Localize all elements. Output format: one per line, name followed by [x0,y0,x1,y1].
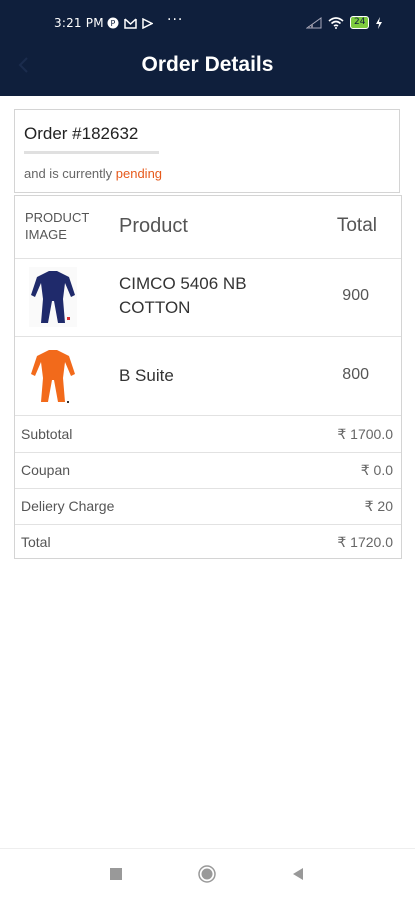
app-bar: 3:21 PM P ··· 24 Order Details [0,0,415,96]
summary-label: Total [21,534,51,550]
summary-value: ₹ 1700.0 [337,426,393,442]
summary-label: Deliery Charge [21,498,115,514]
order-status-badge: pending [115,166,163,181]
summary-row-subtotal: Subtotal ₹ 1700.0 [15,416,401,453]
wifi-icon [328,16,344,29]
system-nav-bar [0,848,415,901]
battery-icon: 24 [350,16,370,29]
svg-text:P: P [111,19,116,28]
column-header-total: Total [336,215,377,236]
summary-value: ₹ 0.0 [360,462,393,478]
summary-row-total: Total ₹ 1720.0 [15,524,401,560]
order-status-prefix: and is currently [24,166,116,181]
product-total: 900 [342,287,369,304]
battery-level: 24 [354,17,366,27]
table-row[interactable]: CIMCO 5406 NB COTTON 900 [15,258,401,337]
charging-icon [376,16,383,29]
order-number-divider [24,151,159,154]
recent-apps-icon[interactable] [109,867,123,881]
signal-icon [306,16,322,28]
product-name: B Suite [119,366,174,385]
summary-row-coupon: Coupan ₹ 0.0 [15,452,401,489]
column-header-product: Product [119,215,188,237]
table-header: PRODUCT IMAGE Product Total [15,196,401,259]
p-app-icon: P [107,17,119,29]
summary-value: ₹ 1720.0 [337,534,393,550]
summary-row-delivery: Deliery Charge ₹ 20 [15,488,401,525]
order-info-card: Order #182632 and is currently pending [14,109,400,193]
product-total: 800 [342,366,369,383]
overflow-indicator: ··· [167,12,184,28]
summary-label: Subtotal [21,426,73,442]
play-icon [142,17,153,29]
column-header-image: PRODUCT IMAGE [25,209,89,243]
mail-icon [124,17,137,29]
back-icon[interactable] [291,867,305,881]
column-header-image-line1: PRODUCT [25,210,90,225]
page-title: Order Details [141,53,274,76]
product-image [29,347,77,407]
status-time: 3:21 PM [54,16,104,30]
summary-value: ₹ 20 [364,498,393,514]
order-items-table: PRODUCT IMAGE Product Total CIMCO 5406 N… [14,195,402,559]
order-number: Order #182632 [24,124,139,143]
column-header-image-line2: IMAGE [25,227,67,242]
order-status-line: and is currently pending [24,166,162,181]
summary-label: Coupan [21,462,71,478]
system-icons: 24 [306,16,383,29]
product-image [29,267,77,327]
status-bar: 3:21 PM P ··· 24 [0,10,415,36]
product-name: CIMCO 5406 NB COTTON [119,274,247,317]
table-row[interactable]: B Suite 800 [15,337,401,416]
notification-icons: P [107,17,153,29]
home-icon[interactable] [198,865,216,883]
